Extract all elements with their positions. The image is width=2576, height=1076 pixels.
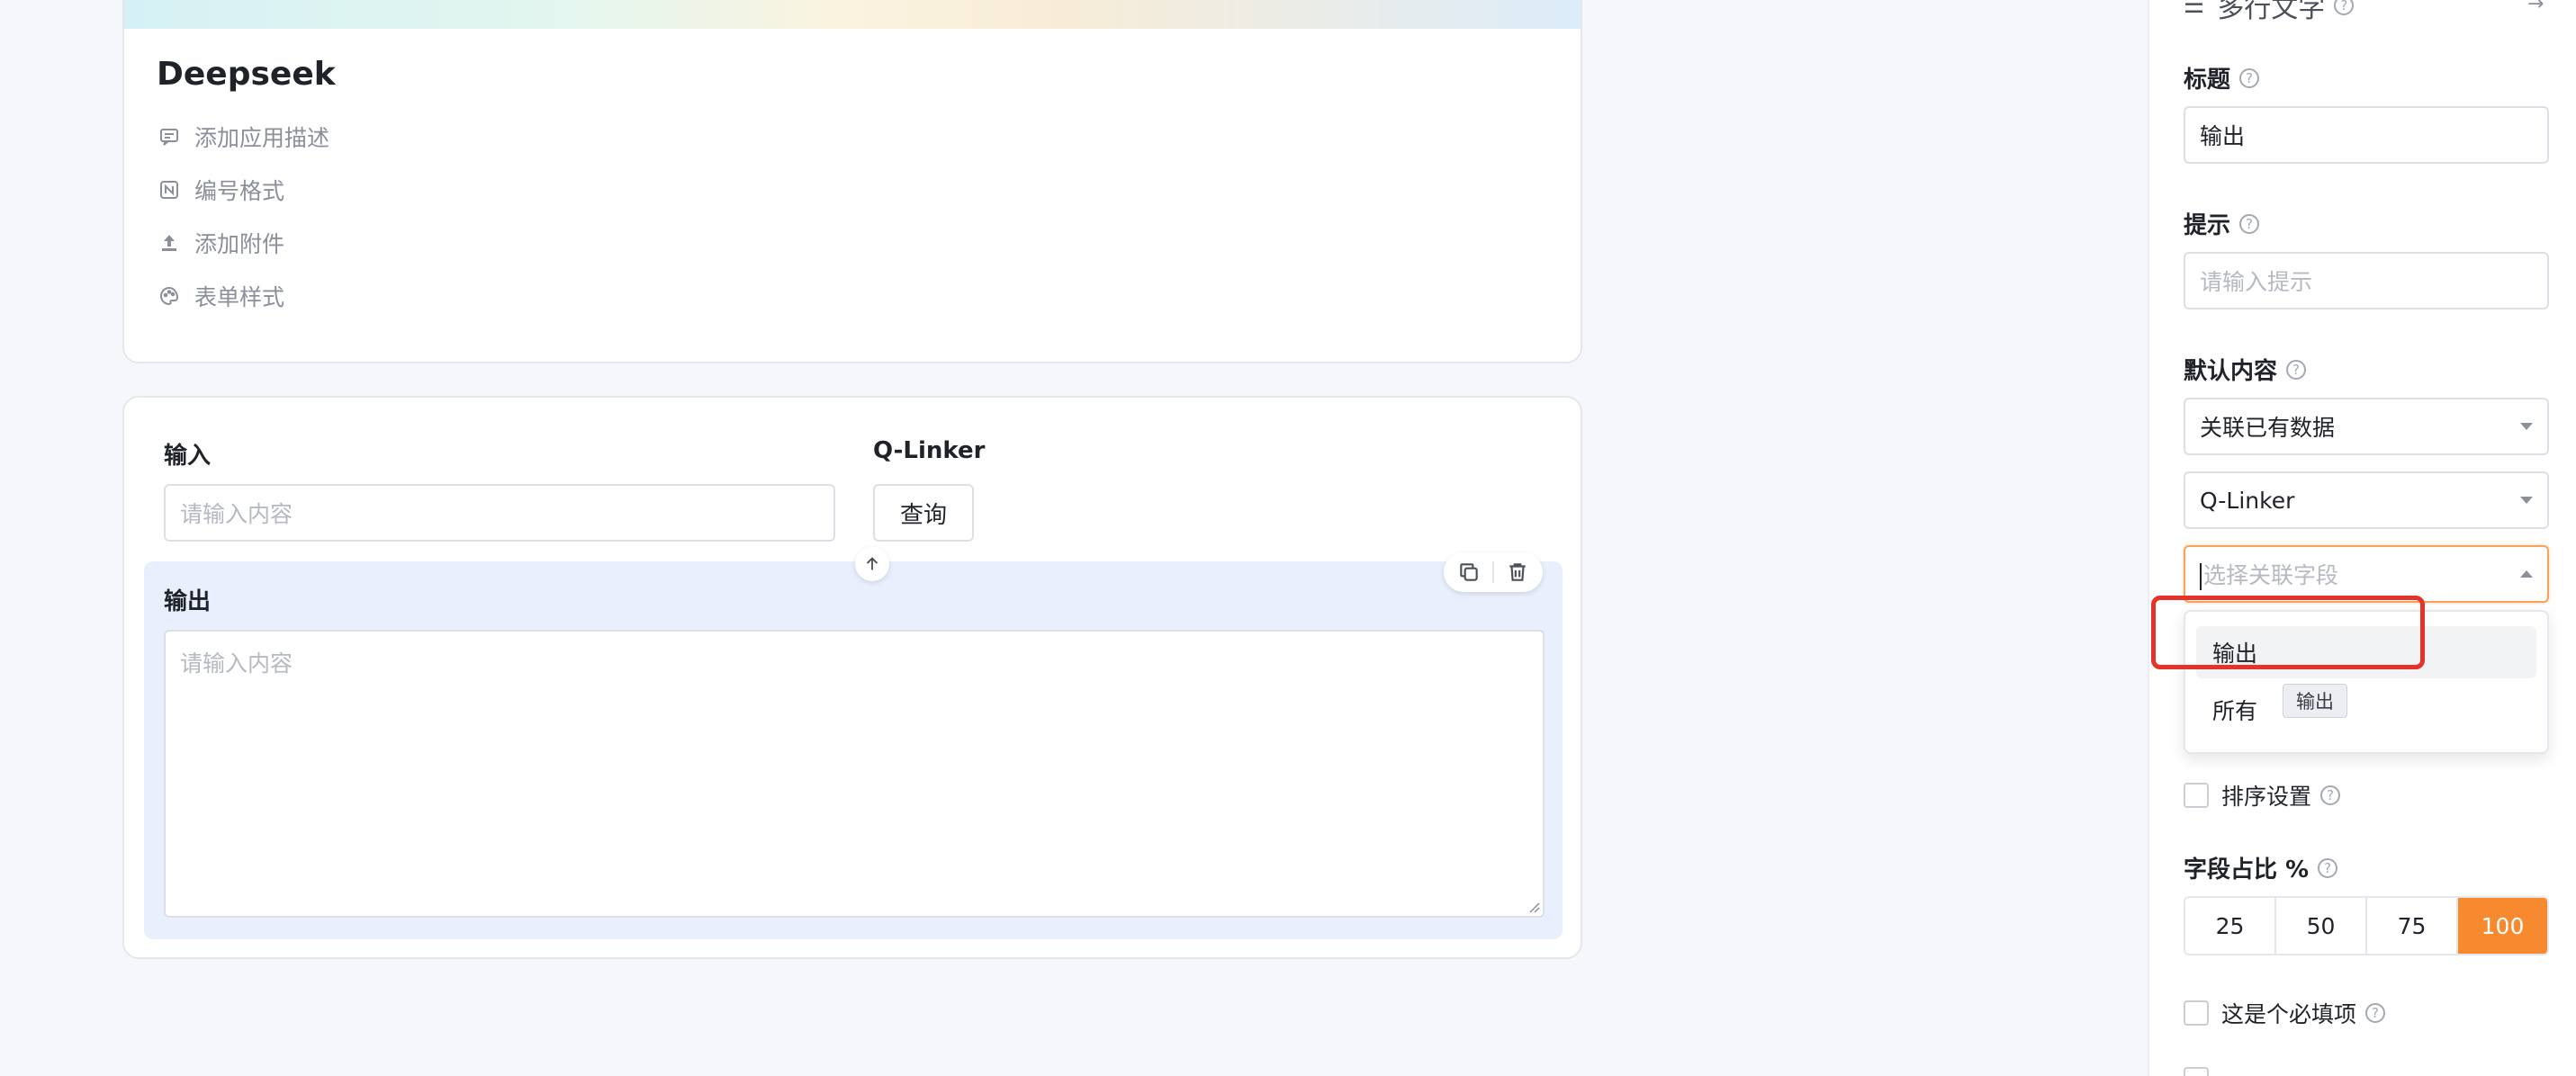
width-option-75[interactable]: 75 [2367,898,2458,954]
help-icon[interactable]: ? [2334,0,2355,15]
default-content-label: 默认内容? [2184,353,2307,386]
resize-handle-icon[interactable] [1525,898,1541,914]
text-cursor [2200,563,2202,590]
linker-select[interactable]: Q-Linker [2184,471,2549,529]
output-field-block[interactable]: 输出 请输入内容 [144,547,1563,939]
help-icon[interactable]: ? [2286,359,2307,380]
help-icon[interactable]: ? [2365,1003,2386,1023]
move-up-button[interactable] [855,547,889,581]
query-button[interactable]: 查询 [873,484,974,542]
add-attachment-link[interactable]: 添加附件 [157,225,284,261]
help-icon[interactable]: ? [2320,785,2341,805]
title-field-label: 标题? [2184,61,2260,94]
number-format-label: 编号格式 [194,178,285,204]
form-card: 输入 请输入内容 Q-Linker 查询 输出 请输入内容 [122,396,1582,959]
properties-panel: ☰ 多行文字 ? → 标题? 输出 提示? 请输入提示 默认内容? 关联已有数据… [2148,0,2576,1076]
help-icon[interactable]: ? [2239,67,2260,88]
delete-icon[interactable] [1506,560,1529,584]
checkbox-box[interactable] [2184,783,2209,808]
collapse-panel-icon[interactable]: → [2527,0,2544,15]
number-format-link[interactable]: 编号格式 [157,172,284,208]
palette-icon [157,283,182,309]
tool-divider [1491,561,1494,583]
app-header-card: Deepseek 添加应用描述 编号格式 添加附件 表单样式 [122,0,1582,363]
add-attachment-label: 添加附件 [194,231,285,257]
help-icon[interactable]: ? [2318,857,2338,878]
checkbox-box[interactable] [2184,1067,2209,1076]
add-description-link[interactable]: 添加应用描述 [157,119,329,155]
width-ratio-segment: 25 50 75 100 [2184,896,2549,955]
form-style-label: 表单样式 [194,284,285,310]
comment-icon [157,124,182,149]
help-icon[interactable]: ? [2239,213,2260,234]
chevron-down-icon [2520,423,2533,430]
chevron-up-icon [2520,570,2533,578]
panel-header: ☰ 多行文字 ? [2184,0,2355,25]
related-field-select[interactable]: 选择关联字段 [2184,545,2549,603]
copy-icon[interactable] [1457,560,1481,584]
upload-icon [157,230,182,256]
dropdown-option-all[interactable]: 所有 [2196,684,2536,736]
checkbox-box[interactable] [2184,1000,2209,1026]
input-field-label: 输入 [164,443,212,470]
output-textarea[interactable]: 请输入内容 [164,630,1545,918]
linker-select-value: Q-Linker [2200,487,2295,514]
multiline-text-icon: ☰ [2184,0,2205,19]
width-option-100[interactable]: 100 [2458,898,2547,954]
option-tooltip: 输出 [2283,684,2347,718]
sort-setting-label: 排序设置 [2221,784,2312,810]
linker-field-label: Q-Linker [873,437,986,464]
width-option-50[interactable]: 50 [2276,898,2367,954]
hint-input[interactable]: 请输入提示 [2184,252,2549,309]
output-placeholder: 请输入内容 [180,650,293,677]
input-field[interactable]: 请输入内容 [164,484,835,542]
default-source-value: 关联已有数据 [2200,415,2336,441]
width-option-25[interactable]: 25 [2185,898,2276,954]
default-source-select[interactable]: 关联已有数据 [2184,398,2549,455]
sort-setting-checkbox[interactable]: 排序设置 ? [2184,779,2341,811]
panel-field-type: 多行文字 [2217,0,2326,24]
hint-field-label: 提示? [2184,207,2260,240]
header-banner [124,0,1581,29]
required-label: 这是个必填项 [2221,1001,2357,1027]
chevron-down-icon [2520,497,2533,504]
output-field-label: 输出 [164,588,212,615]
number-format-icon [157,177,182,202]
app-title[interactable]: Deepseek [157,56,336,93]
field-tools [1444,552,1543,592]
arrow-up-icon [866,557,878,570]
form-style-link[interactable]: 表单样式 [157,278,284,314]
title-input[interactable]: 输出 [2184,106,2549,164]
related-field-placeholder: 选择关联字段 [2203,562,2339,588]
annotation-highlight-box [2151,596,2425,669]
width-ratio-label: 字段占比 %? [2184,851,2338,884]
required-checkbox[interactable]: 这是个必填项 ? [2184,997,2386,1029]
add-description-label: 添加应用描述 [194,125,330,151]
